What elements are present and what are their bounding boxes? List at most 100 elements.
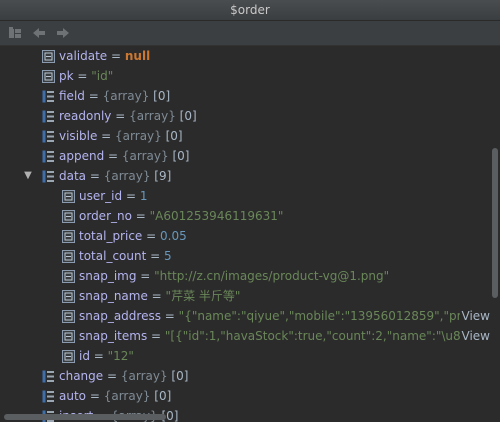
equals-sign: = (147, 329, 165, 343)
array-icon (42, 89, 55, 103)
variable-value: "芹菜 半斤等" (165, 289, 241, 303)
field-icon (62, 189, 75, 203)
variable-type: {array} (120, 369, 168, 383)
variable-value: "12" (107, 349, 134, 363)
tree-row[interactable]: ▼ data = {array} [9] (0, 166, 490, 186)
variable-type: {array} (103, 389, 151, 403)
tree-row-text: snap_img = "http://z.cn/images/product-v… (79, 266, 389, 286)
field-icon (62, 269, 75, 283)
tree-row[interactable]: snap_img = "http://z.cn/images/product-v… (0, 266, 490, 286)
vertical-scrollbar[interactable] (492, 148, 498, 298)
equals-sign: = (73, 69, 92, 83)
tree-row[interactable]: auto = {array} [0] (0, 386, 490, 406)
variable-type: {array} (121, 149, 169, 163)
tree-row[interactable]: total_count = 5 (0, 246, 490, 266)
tree-row[interactable]: field = {array} [0] (0, 86, 490, 106)
variable-value: "id" (91, 69, 114, 83)
array-icon (42, 129, 55, 143)
tree-row[interactable]: snap_items = "[{"id":1,"havaStock":true,… (0, 326, 490, 346)
tree-row-text: visible = {array} [0] (59, 126, 183, 146)
tree-row-text: total_price = 0.05 (79, 226, 187, 246)
variable-name: field (59, 89, 85, 103)
equals-sign: = (86, 169, 104, 183)
array-count: [9] (154, 169, 172, 183)
horizontal-scrollbar[interactable] (4, 414, 166, 420)
equals-sign: = (147, 289, 166, 303)
field-icon (42, 69, 55, 83)
variable-type: {array} (115, 129, 162, 143)
forward-arrow-icon[interactable] (54, 24, 72, 42)
array-icon (42, 109, 55, 123)
view-link[interactable]: View (459, 306, 490, 326)
tree-row-text: snap_name = "芹菜 半斤等" (79, 286, 240, 306)
group-icon[interactable] (6, 24, 24, 42)
array-icon (42, 389, 55, 403)
tree-row[interactable]: validate = null (0, 46, 490, 66)
tree-row-text: readonly = {array} [0] (59, 106, 197, 126)
tree-row-text: user_id = 1 (79, 186, 147, 206)
tree-row-text: snap_address = "{"name":"qiyue","mobile"… (79, 306, 460, 326)
tree-row-text: snap_items = "[{"id":1,"havaStock":true,… (79, 326, 460, 346)
field-icon (62, 349, 75, 363)
variable-type: {array} (129, 109, 176, 123)
variable-name: append (59, 149, 105, 163)
back-arrow-icon[interactable] (30, 24, 48, 42)
tree-row[interactable]: total_price = 0.05 (0, 226, 490, 246)
array-icon (42, 149, 55, 163)
equals-sign: = (136, 269, 155, 283)
array-count: [0] (179, 109, 197, 123)
tree-row[interactable]: user_id = 1 (0, 186, 490, 206)
array-icon (42, 369, 55, 383)
equals-sign: = (107, 49, 125, 63)
variable-value: 5 (163, 249, 172, 263)
equals-sign: = (111, 109, 130, 123)
field-icon (62, 289, 75, 303)
variable-name: id (79, 349, 90, 363)
tree-row-text: append = {array} [0] (59, 146, 189, 166)
array-count: [0] (171, 369, 189, 383)
tree-row-text: pk = "id" (59, 66, 113, 86)
view-link[interactable]: View (459, 326, 490, 346)
tree-row-text: change = {array} [0] (59, 366, 188, 386)
variable-name: user_id (79, 189, 123, 203)
tree-row[interactable]: order_no = "A601253946119631" (0, 206, 490, 226)
tree-row[interactable]: change = {array} [0] (0, 366, 490, 386)
equals-sign: = (131, 209, 150, 223)
equals-sign: = (122, 189, 140, 203)
variable-name: snap_address (79, 309, 161, 323)
equals-sign: = (104, 149, 122, 163)
tree-row[interactable]: snap_address = "{"name":"qiyue","mobile"… (0, 306, 490, 326)
array-count: [0] (153, 89, 171, 103)
tree-row[interactable]: id = "12" (0, 346, 490, 366)
equals-sign: = (146, 249, 164, 263)
equals-sign: = (142, 229, 160, 243)
tree-row-text: order_no = "A601253946119631" (79, 206, 283, 226)
tree-row[interactable]: pk = "id" (0, 66, 490, 86)
array-count: [0] (154, 389, 172, 403)
variable-type: {array} (102, 89, 150, 103)
variable-name: total_count (79, 249, 147, 263)
toolbar (0, 21, 500, 46)
variable-name: order_no (79, 209, 132, 223)
array-icon (42, 169, 55, 183)
variable-name: snap_name (79, 289, 148, 303)
variable-type: {array} (103, 169, 151, 183)
tree-row-text: total_count = 5 (79, 246, 172, 266)
variable-name: data (59, 169, 87, 183)
equals-sign: = (160, 309, 179, 323)
equals-sign: = (97, 129, 116, 143)
window-title: $order (230, 3, 270, 17)
field-icon (42, 49, 55, 63)
collapse-arrow-icon[interactable]: ▼ (23, 166, 33, 186)
variable-value: "{"name":"qiyue","mobile":"13956012859",… (178, 309, 460, 323)
tree-row-text: field = {array} [0] (59, 86, 170, 106)
tree-row[interactable]: readonly = {array} [0] (0, 106, 490, 126)
equals-sign: = (84, 89, 103, 103)
variable-value: "A601253946119631" (149, 209, 284, 223)
variable-name: auto (59, 389, 87, 403)
field-icon (62, 249, 75, 263)
field-icon (62, 209, 75, 223)
tree-row[interactable]: snap_name = "芹菜 半斤等" (0, 286, 490, 306)
tree-row[interactable]: visible = {array} [0] (0, 126, 490, 146)
tree-row[interactable]: append = {array} [0] (0, 146, 490, 166)
